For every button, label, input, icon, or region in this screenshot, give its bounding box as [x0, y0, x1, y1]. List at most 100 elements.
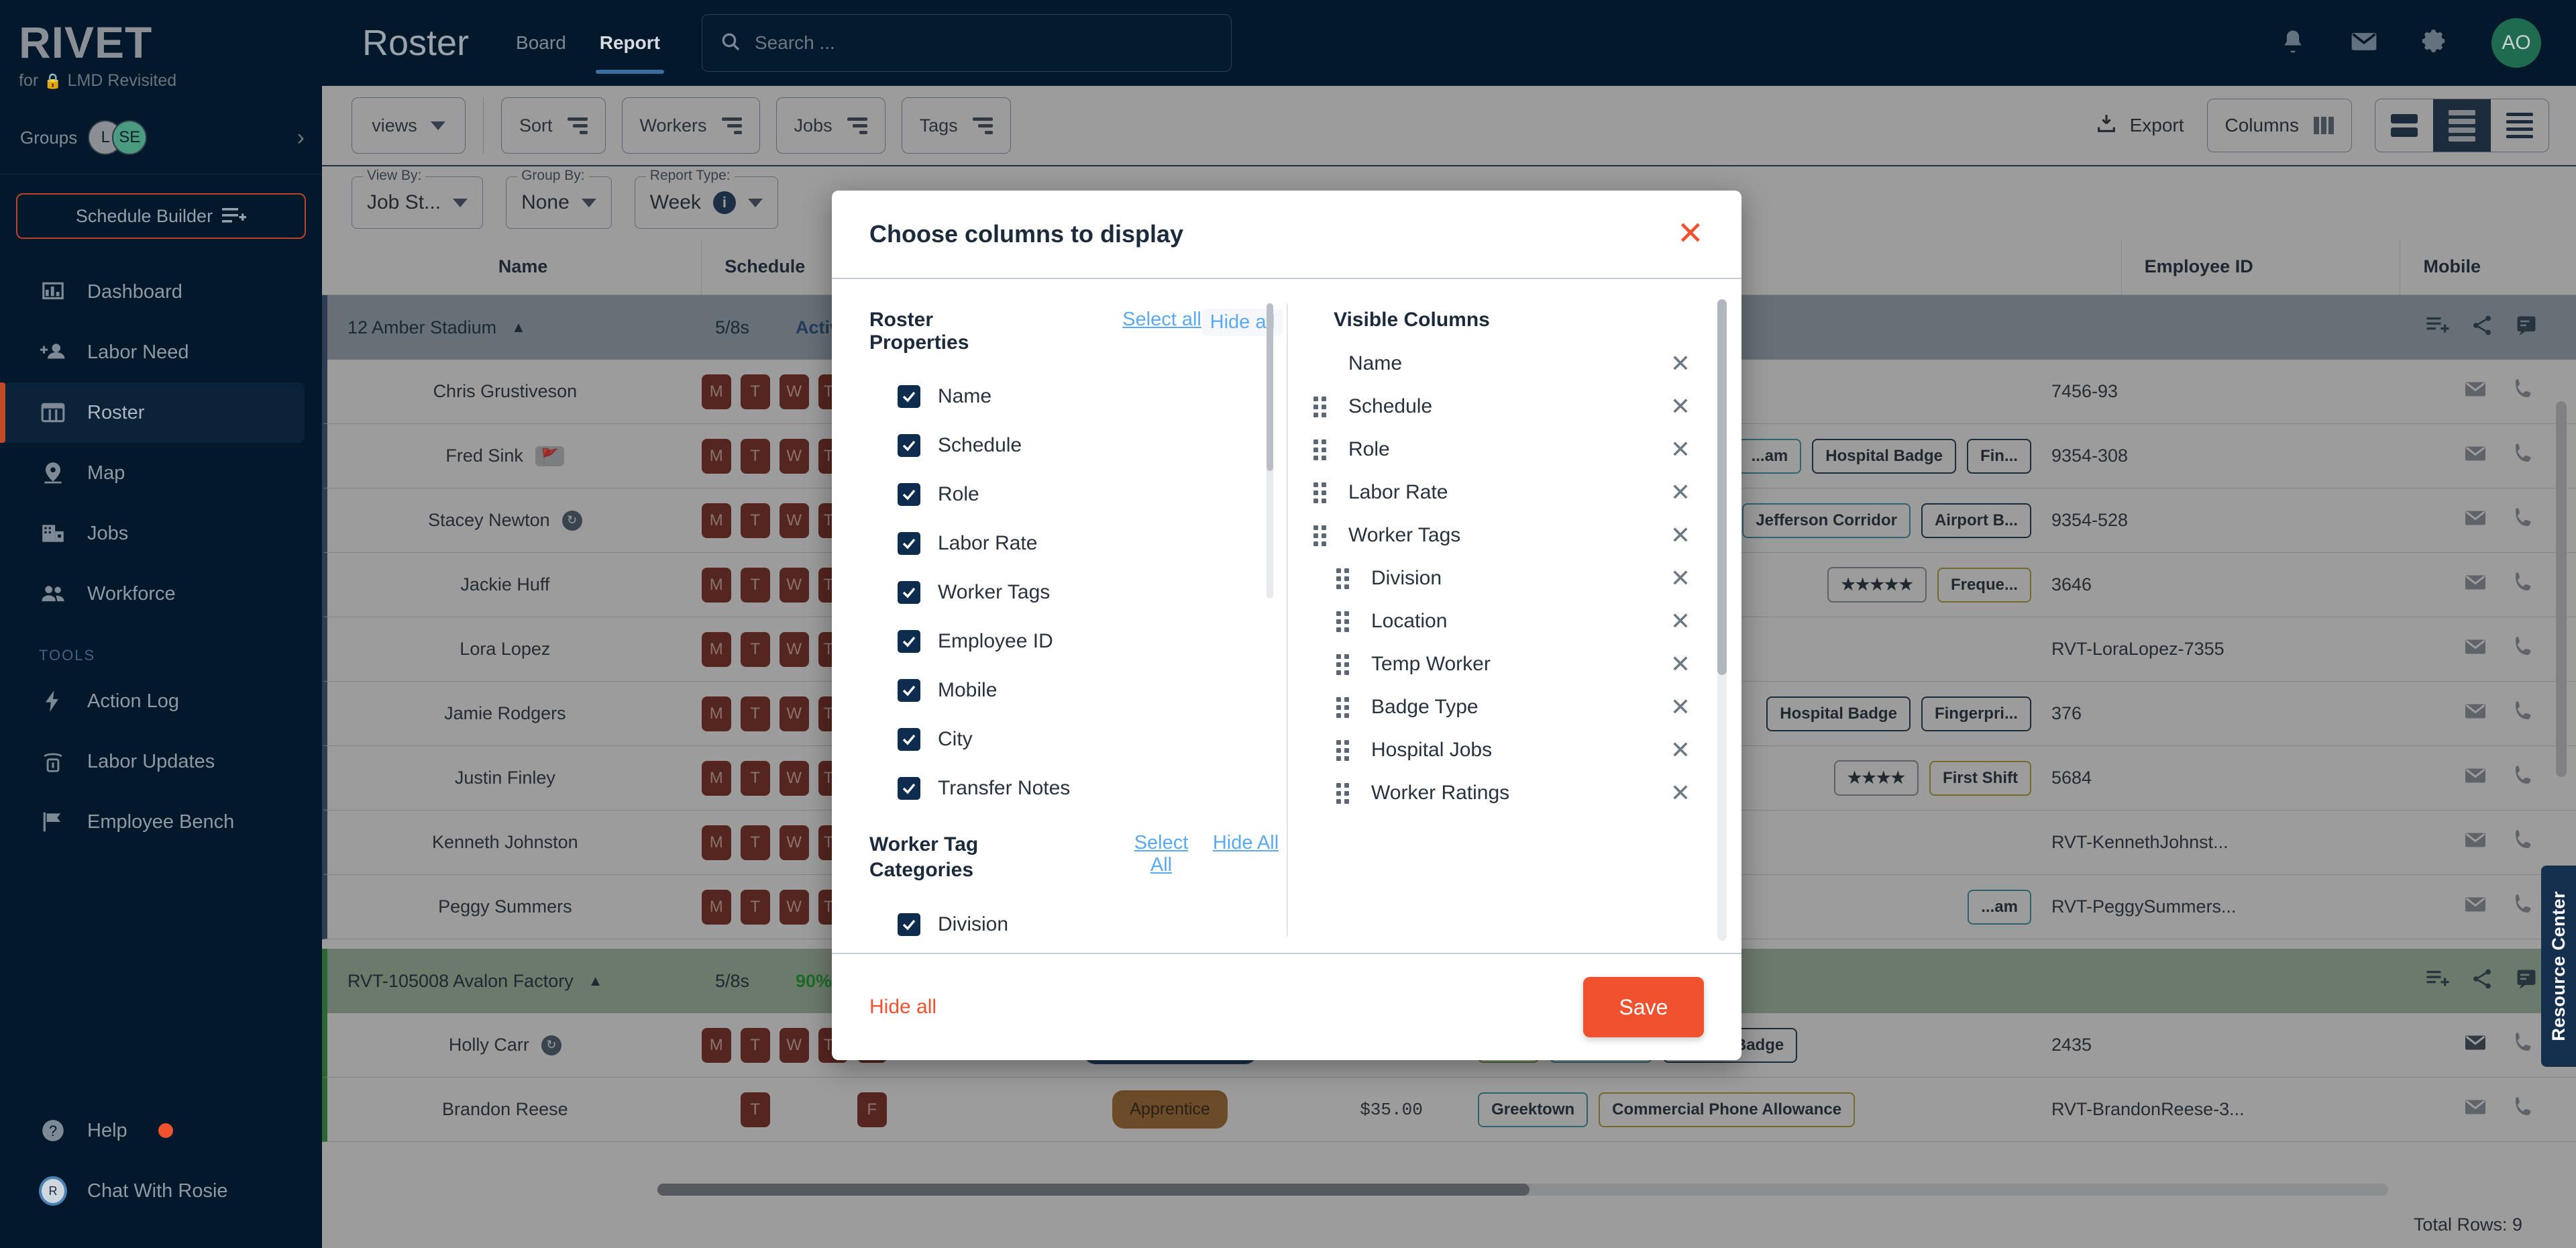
visible-column-label: Badge Type: [1371, 696, 1479, 718]
mail-icon[interactable]: [2349, 27, 2379, 60]
remove-column-icon[interactable]: ✕: [1670, 609, 1690, 633]
remove-column-icon[interactable]: ✕: [1670, 738, 1690, 762]
visible-column-row-labor-rate[interactable]: Labor Rate ✕: [1313, 471, 1741, 514]
visible-column-label: Labor Rate: [1348, 481, 1448, 503]
checkbox[interactable]: [898, 581, 920, 604]
avatar[interactable]: AO: [2491, 18, 2541, 68]
drag-handle-icon[interactable]: [1336, 568, 1354, 589]
checkbox-row-labor-rate[interactable]: Labor Rate: [869, 523, 1283, 564]
rosie-avatar-icon: R: [39, 1176, 67, 1206]
dashboard-icon: [39, 278, 67, 306]
drag-handle-icon[interactable]: [1313, 396, 1331, 417]
checkbox[interactable]: [898, 728, 920, 751]
visible-column-row-badge-type[interactable]: Badge Type ✕: [1313, 686, 1741, 729]
remove-column-icon[interactable]: ✕: [1670, 395, 1690, 419]
topbar-actions: AO: [2278, 18, 2576, 68]
sidebar-nav: Dashboard Labor Need Roster Map Jobs Wor…: [0, 262, 322, 852]
sidebar-item-chat-with-rosie[interactable]: R Chat With Rosie: [0, 1161, 305, 1221]
remove-column-icon[interactable]: ✕: [1670, 352, 1690, 376]
roster-properties-heading: Roster Properties: [869, 309, 969, 354]
search-input[interactable]: Search ...: [702, 14, 1232, 72]
visible-column-row-hospital-jobs[interactable]: Hospital Jobs ✕: [1313, 729, 1741, 772]
checkbox[interactable]: [898, 483, 920, 506]
checkbox[interactable]: [898, 630, 920, 653]
groups-label: Groups: [20, 127, 78, 148]
remove-column-icon[interactable]: ✕: [1670, 566, 1690, 590]
visible-column-row-worker-tags[interactable]: Worker Tags ✕: [1313, 514, 1741, 557]
visible-column-row-location[interactable]: Location ✕: [1313, 600, 1741, 643]
select-all-link[interactable]: Select all: [1122, 309, 1202, 336]
visible-column-row-temp-worker[interactable]: Temp Worker ✕: [1313, 643, 1741, 686]
checkbox-row-name[interactable]: Name: [869, 376, 1283, 417]
checkbox[interactable]: [898, 532, 920, 555]
drag-handle-icon[interactable]: [1336, 654, 1354, 675]
checkbox-row-schedule[interactable]: Schedule: [869, 425, 1283, 466]
gear-icon[interactable]: [2420, 27, 2450, 60]
sidebar-item-map[interactable]: Map: [0, 443, 305, 503]
save-button[interactable]: Save: [1583, 977, 1704, 1037]
checkbox-row-role[interactable]: Role: [869, 474, 1283, 515]
modal-title: Choose columns to display: [869, 220, 1184, 248]
checkbox[interactable]: [898, 913, 920, 936]
visible-column-row-division[interactable]: Division ✕: [1313, 557, 1741, 600]
remove-column-icon[interactable]: ✕: [1670, 652, 1690, 676]
resource-center-tab[interactable]: Resource Center: [2541, 866, 2576, 1067]
sidebar-item-roster[interactable]: Roster: [0, 382, 305, 443]
svg-text:?: ?: [49, 1123, 57, 1139]
hide-all-link[interactable]: Hide All: [1209, 832, 1283, 876]
tab-board[interactable]: Board: [516, 0, 566, 86]
select-all-link[interactable]: Select All: [1124, 832, 1198, 876]
footer-hide-all-link[interactable]: Hide all: [869, 996, 936, 1019]
checkbox-row-worker-tags[interactable]: Worker Tags: [869, 572, 1283, 613]
schedule-builder-label: Schedule Builder: [75, 205, 213, 226]
remove-column-icon[interactable]: ✕: [1670, 437, 1690, 462]
modal-body: Roster Properties Select all Hide all Na…: [832, 279, 1741, 953]
schedule-builder-button[interactable]: Schedule Builder: [16, 193, 306, 239]
sidebar-item-workforce[interactable]: Workforce: [0, 564, 305, 624]
sidebar-item-employee-bench[interactable]: Employee Bench: [0, 792, 305, 852]
modal-footer: Hide all Save: [832, 953, 1741, 1060]
chevron-right-icon[interactable]: ›: [297, 125, 305, 151]
drag-handle-icon[interactable]: [1336, 696, 1354, 718]
bell-icon[interactable]: [2278, 27, 2308, 60]
visible-column-row-role[interactable]: Role ✕: [1313, 428, 1741, 471]
sidebar-item-dashboard[interactable]: Dashboard: [0, 262, 305, 322]
group-avatar-stack[interactable]: L SE: [88, 120, 148, 155]
close-icon[interactable]: ✕: [1677, 218, 1704, 250]
checkbox[interactable]: [898, 679, 920, 702]
drag-handle-icon[interactable]: [1313, 482, 1331, 503]
sidebar-item-help[interactable]: ? Help: [0, 1100, 305, 1161]
checkbox[interactable]: [898, 385, 920, 408]
visible-column-row-name[interactable]: Name ✕: [1313, 342, 1741, 385]
checkbox-row-employee-id[interactable]: Employee ID: [869, 621, 1283, 662]
sidebar-item-action-log[interactable]: Action Log: [0, 671, 305, 731]
checkbox-row-division[interactable]: Division: [869, 904, 1283, 945]
groups-row[interactable]: Groups L SE ›: [0, 91, 322, 155]
sidebar-item-labor-need[interactable]: Labor Need: [0, 322, 305, 382]
visible-column-row-worker-ratings[interactable]: Worker Ratings ✕: [1313, 772, 1741, 815]
group-avatar[interactable]: SE: [112, 120, 148, 155]
remove-column-icon[interactable]: ✕: [1670, 523, 1690, 548]
drag-handle-icon[interactable]: [1336, 739, 1354, 761]
sidebar-item-label: Help: [87, 1119, 127, 1141]
checkbox-row-mobile[interactable]: Mobile: [869, 670, 1283, 711]
checkbox[interactable]: [898, 777, 920, 800]
checkbox[interactable]: [898, 434, 920, 457]
sidebar-item-labor-updates[interactable]: Labor Updates: [0, 731, 305, 792]
drag-handle-icon[interactable]: [1313, 439, 1331, 460]
tab-report[interactable]: Report: [595, 0, 665, 86]
checkbox-row-city[interactable]: City: [869, 719, 1283, 760]
remove-column-icon[interactable]: ✕: [1670, 781, 1690, 805]
drag-handle-icon[interactable]: [1336, 611, 1354, 632]
left-panel-scrollbar[interactable]: [1267, 303, 1273, 599]
sidebar-item-label: Labor Updates: [87, 750, 215, 772]
remove-column-icon[interactable]: ✕: [1670, 480, 1690, 505]
drag-handle-icon[interactable]: [1313, 525, 1331, 546]
visible-column-row-schedule[interactable]: Schedule ✕: [1313, 385, 1741, 428]
right-panel-scrollbar[interactable]: [1717, 299, 1727, 941]
remove-column-icon[interactable]: ✕: [1670, 695, 1690, 719]
drag-handle-icon[interactable]: [1336, 782, 1354, 804]
sidebar-item-jobs[interactable]: Jobs: [0, 503, 305, 564]
visible-column-label: Worker Ratings: [1371, 782, 1510, 804]
checkbox-row-transfer-notes[interactable]: Transfer Notes: [869, 768, 1283, 809]
